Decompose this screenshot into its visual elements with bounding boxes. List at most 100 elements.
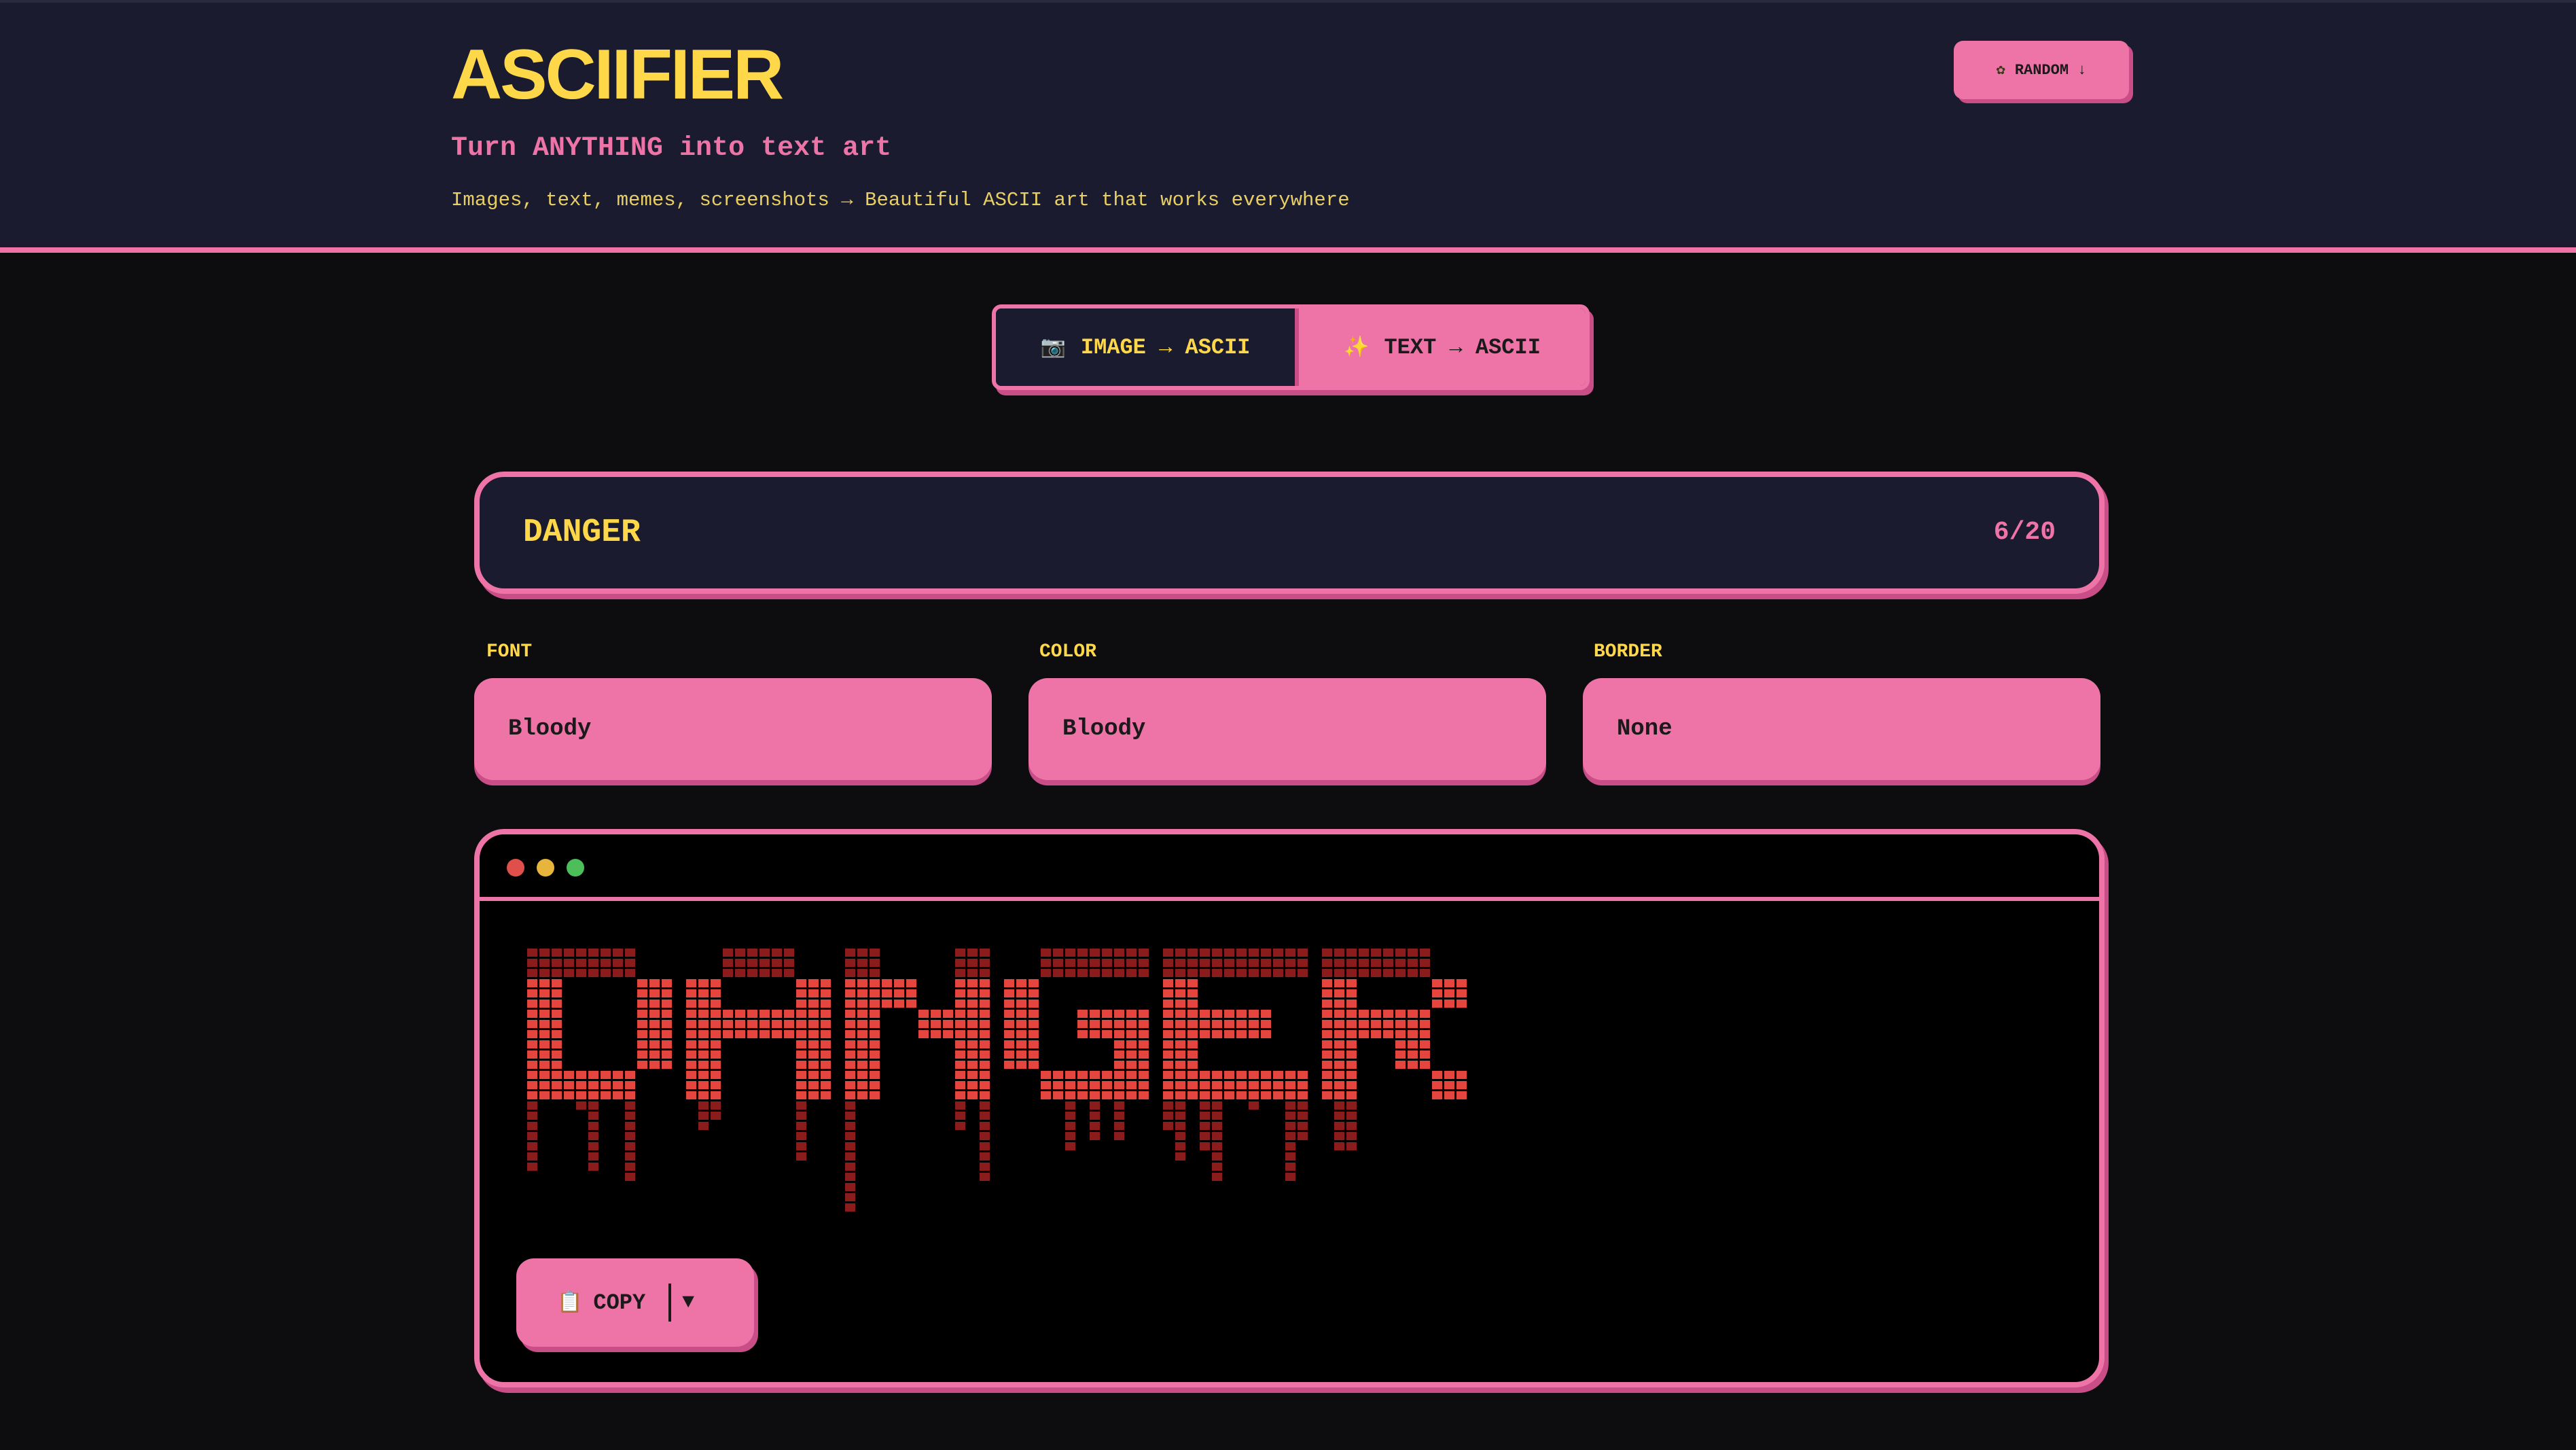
- ascii-art-cell: [564, 1173, 574, 1181]
- ascii-art-cell: [1004, 1132, 1014, 1140]
- ascii-art-cell: [796, 1122, 806, 1130]
- ascii-art-cell: [1322, 1142, 1332, 1150]
- ascii-art-cell: [552, 1112, 562, 1120]
- ascii-art-cell: [906, 1173, 916, 1181]
- ascii-art-cell: [576, 979, 586, 987]
- ascii-art-cell: [1444, 989, 1454, 997]
- ascii-art-cell: [1028, 1112, 1039, 1120]
- ascii-art-cell: [1334, 1050, 1344, 1059]
- ascii-art-cell: [674, 1071, 684, 1079]
- ascii-art-cell: [1298, 1071, 1308, 1079]
- ascii-art-cell: [845, 949, 855, 957]
- ascii-art-cell: [1151, 1163, 1161, 1171]
- ascii-art-cell: [625, 1163, 635, 1171]
- ascii-art-cell: [613, 1132, 623, 1140]
- ascii-art-cell: [527, 1000, 537, 1008]
- ascii-art-cell: [1273, 1020, 1283, 1028]
- ascii-art-cell: [1456, 1173, 1467, 1181]
- ascii-art-cell: [1224, 1152, 1234, 1161]
- ascii-art-cell: [723, 1071, 733, 1079]
- ascii-art-cell: [723, 1010, 733, 1018]
- ascii-art-cell: [821, 1061, 831, 1069]
- ascii-art-cell: [821, 1071, 831, 1079]
- ascii-art-cell: [931, 1000, 941, 1008]
- ascii-art-cell: [772, 1142, 782, 1150]
- ascii-art-cell: [845, 1040, 855, 1048]
- tab-image-to-ascii[interactable]: 📷 IMAGE → ASCII: [996, 308, 1295, 386]
- ascii-art-cell: [759, 1050, 770, 1059]
- ascii-art-cell: [1151, 989, 1161, 997]
- ascii-art-cell: [870, 1203, 880, 1212]
- font-select[interactable]: Bloody: [474, 678, 992, 780]
- copy-button[interactable]: 📋 COPY ▼: [516, 1258, 754, 1347]
- ascii-art-cell: [1126, 1000, 1137, 1008]
- ascii-art-cell: [1126, 969, 1137, 977]
- ascii-art-cell: [1273, 1193, 1283, 1201]
- ascii-art-cell: [1359, 1132, 1369, 1140]
- ascii-art-cell: [772, 1091, 782, 1099]
- ascii-art-cell: [625, 949, 635, 957]
- ascii-art-cell: [1408, 1010, 1418, 1018]
- ascii-art-cell: [698, 1203, 709, 1212]
- ascii-art-cell: [821, 969, 831, 977]
- text-input[interactable]: [523, 477, 1814, 588]
- ascii-art-cell: [1383, 989, 1393, 997]
- ascii-art-cell: [967, 949, 978, 957]
- ascii-art-cell: [1322, 1132, 1332, 1140]
- ascii-art-cell: [1322, 1122, 1332, 1130]
- ascii-art-cell: [1432, 1132, 1442, 1140]
- ascii-art-cell: [576, 1071, 586, 1079]
- ascii-art-cell: [845, 1193, 855, 1201]
- color-select[interactable]: Bloody: [1028, 678, 1546, 780]
- ascii-art-cell: [1469, 1142, 1479, 1150]
- tab-text-to-ascii[interactable]: ✨ TEXT → ASCII: [1295, 308, 1586, 386]
- ascii-art-cell: [637, 1081, 647, 1089]
- ascii-art-cell: [1175, 1183, 1185, 1191]
- ascii-art-cell: [1371, 1183, 1381, 1191]
- ascii-art-cell: [1028, 1193, 1039, 1201]
- ascii-art-cell: [1065, 1061, 1075, 1069]
- ascii-art-cell: [1028, 1020, 1039, 1028]
- ascii-art-cell: [784, 1091, 794, 1099]
- ascii-art-cell: [1346, 1030, 1357, 1038]
- ascii-art-cell: [894, 1112, 904, 1120]
- ascii-art-cell: [1310, 1030, 1320, 1038]
- ascii-art-cell: [1444, 1050, 1454, 1059]
- ascii-art-cell: [1102, 969, 1112, 977]
- ascii-art-cell: [918, 1091, 929, 1099]
- ascii-art-cell: [1359, 1122, 1369, 1130]
- chevron-down-icon[interactable]: ▼: [682, 1291, 694, 1314]
- ascii-art-cell: [906, 1122, 916, 1130]
- ascii-art-cell: [747, 1163, 757, 1171]
- ascii-art-cell: [906, 1183, 916, 1191]
- ascii-art-cell: [1346, 1091, 1357, 1099]
- ascii-art-cell: [1065, 949, 1075, 957]
- ascii-art-cell: [1420, 1112, 1430, 1120]
- ascii-art-cell: [821, 949, 831, 957]
- ascii-art-cell: [1444, 1081, 1454, 1089]
- ascii-art-cell: [649, 1142, 660, 1150]
- ascii-art-cell: [845, 1132, 855, 1140]
- ascii-art-cell: [1175, 1020, 1185, 1028]
- ascii-art-cell: [870, 1132, 880, 1140]
- ascii-art-cell: [1359, 1152, 1369, 1161]
- ascii-art-cell: [1028, 1010, 1039, 1018]
- ascii-art-cell: [1102, 1193, 1112, 1201]
- border-select[interactable]: None: [1583, 678, 2100, 780]
- ascii-art-cell: [772, 1061, 782, 1069]
- ascii-art-cell: [1200, 949, 1210, 957]
- ascii-art-cell: [1432, 1091, 1442, 1099]
- ascii-art-cell: [1200, 1010, 1210, 1018]
- ascii-art-cell: [1346, 989, 1357, 997]
- ascii-art-cell: [1236, 1040, 1247, 1048]
- ascii-art-cell: [686, 1163, 696, 1171]
- ascii-art-cell: [1114, 1030, 1124, 1038]
- random-button[interactable]: ✿ RANDOM ↓: [1954, 41, 2129, 99]
- ascii-art-cell: [833, 1142, 843, 1150]
- ascii-art-cell: [1175, 989, 1185, 997]
- ascii-art-cell: [1456, 1091, 1467, 1099]
- ascii-art-cell: [759, 1163, 770, 1171]
- ascii-art-cell: [747, 1132, 757, 1140]
- ascii-art-cell: [1334, 1081, 1344, 1089]
- ascii-art-cell: [625, 1091, 635, 1099]
